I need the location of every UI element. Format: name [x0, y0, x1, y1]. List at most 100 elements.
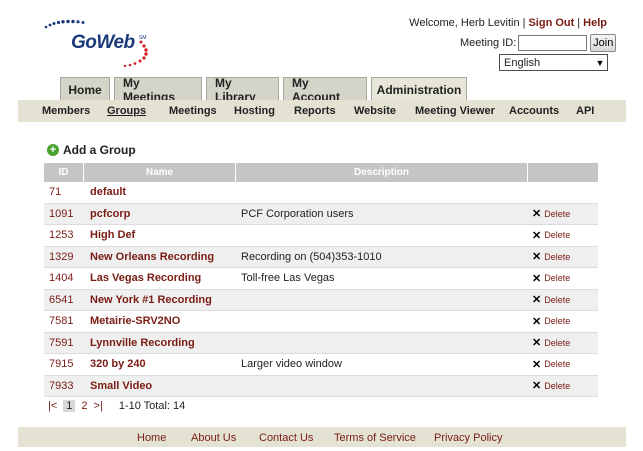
tab-home[interactable]: Home — [60, 77, 110, 101]
welcome-text: Welcome, Herb Levitin — [409, 17, 520, 29]
table-row: 7581 Metairie-SRV2NO ✕ Delete — [44, 311, 598, 333]
group-id-link[interactable]: 7933 — [44, 380, 84, 392]
group-name-link[interactable]: Lynnville Recording — [84, 337, 236, 349]
delete-link[interactable]: Delete — [544, 295, 570, 305]
subnav-meetings[interactable]: Meetings — [169, 105, 217, 117]
subnav-meeting-viewer[interactable]: Meeting Viewer — [415, 105, 495, 117]
tab-administration[interactable]: Administration — [371, 77, 467, 101]
footer-home-link[interactable]: Home — [137, 432, 166, 444]
group-id-link[interactable]: 1404 — [44, 272, 84, 284]
group-id-link[interactable]: 71 — [44, 186, 84, 198]
row-actions: ✕ Delete — [528, 358, 598, 371]
group-id-link[interactable]: 1329 — [44, 251, 84, 263]
first-page-link[interactable]: |< — [48, 400, 57, 412]
row-actions: ✕ Delete — [528, 336, 598, 349]
group-name-link[interactable]: New York #1 Recording — [84, 294, 236, 306]
plus-circle-icon: + — [47, 144, 59, 156]
group-id-link[interactable]: 7591 — [44, 337, 84, 349]
delete-link[interactable]: Delete — [544, 338, 570, 348]
delete-x-icon[interactable]: ✕ — [532, 293, 541, 306]
row-actions: ✕ Delete — [528, 379, 598, 392]
column-header-description[interactable]: Description — [236, 163, 528, 182]
subnav-groups[interactable]: Groups — [107, 105, 146, 117]
group-name-link[interactable]: 320 by 240 — [84, 358, 236, 370]
add-group-label: Add a Group — [63, 143, 136, 157]
subnav: Members Groups Meetings Hosting Reports … — [18, 100, 626, 122]
group-name-link[interactable]: Metairie-SRV2NO — [84, 315, 236, 327]
tab-my-account[interactable]: My Account — [283, 76, 367, 104]
row-actions: ✕ Delete — [528, 293, 598, 306]
sign-out-link[interactable]: Sign Out — [528, 17, 574, 29]
row-actions: ✕ Delete — [528, 207, 598, 220]
group-name-link[interactable]: Small Video — [84, 380, 236, 392]
join-button[interactable]: Join — [590, 34, 617, 52]
group-id-link[interactable]: 6541 — [44, 294, 84, 306]
delete-x-icon[interactable]: ✕ — [532, 315, 541, 328]
group-id-link[interactable]: 7915 — [44, 358, 84, 370]
delete-link[interactable]: Delete — [544, 316, 570, 326]
subnav-members[interactable]: Members — [42, 105, 90, 117]
help-link[interactable]: Help — [583, 17, 607, 29]
table-header: ID Name Description — [44, 163, 598, 182]
chevron-down-icon: ▼ — [595, 57, 605, 68]
subnav-website[interactable]: Website — [354, 105, 396, 117]
row-actions: ✕ Delete — [528, 315, 598, 328]
footer-contact-link[interactable]: Contact Us — [259, 432, 313, 444]
column-header-id[interactable]: ID — [44, 163, 84, 182]
main-tabs: Home My Meetings My Library My Account A… — [60, 76, 471, 104]
delete-link[interactable]: Delete — [544, 273, 570, 283]
group-name-link[interactable]: High Def — [84, 229, 236, 241]
delete-link[interactable]: Delete — [544, 209, 570, 219]
language-select[interactable]: English ▼ — [499, 54, 608, 71]
delete-link[interactable]: Delete — [544, 230, 570, 240]
delete-x-icon[interactable]: ✕ — [532, 250, 541, 263]
footer: Home About Us Contact Us Terms of Servic… — [18, 427, 626, 447]
subnav-reports[interactable]: Reports — [294, 105, 336, 117]
footer-terms-link[interactable]: Terms of Service — [334, 432, 416, 444]
delete-link[interactable]: Delete — [544, 359, 570, 369]
add-group-link[interactable]: + Add a Group — [47, 143, 136, 157]
delete-link[interactable]: Delete — [544, 252, 570, 262]
group-id-link[interactable]: 1091 — [44, 208, 84, 220]
last-page-link[interactable]: >| — [94, 400, 103, 412]
user-bar: Welcome, Herb Levitin | Sign Out | Help — [409, 17, 607, 29]
footer-privacy-link[interactable]: Privacy Policy — [434, 432, 502, 444]
group-name-link[interactable]: New Orleans Recording — [84, 251, 236, 263]
group-name-link[interactable]: Las Vegas Recording — [84, 272, 236, 284]
table-row: 1091 pcfcorp PCF Corporation users ✕ Delete — [44, 203, 598, 225]
meeting-id-form: Meeting ID: Join — [460, 34, 617, 52]
table-row: 7915 320 by 240 Larger video window ✕ Delete — [44, 354, 598, 376]
delete-x-icon[interactable]: ✕ — [532, 358, 541, 371]
group-name-link[interactable]: default — [84, 186, 236, 198]
group-name-link[interactable]: pcfcorp — [84, 208, 236, 220]
footer-about-link[interactable]: About Us — [191, 432, 236, 444]
page-1-link[interactable]: 1 — [63, 400, 76, 412]
table-row: 6541 New York #1 Recording ✕ Delete — [44, 289, 598, 311]
group-id-link[interactable]: 7581 — [44, 315, 84, 327]
meeting-id-input[interactable] — [518, 35, 588, 51]
delete-x-icon[interactable]: ✕ — [532, 207, 541, 220]
delete-x-icon[interactable]: ✕ — [532, 272, 541, 285]
subnav-accounts[interactable]: Accounts — [509, 105, 559, 117]
column-header-name[interactable]: Name — [84, 163, 236, 182]
subnav-api[interactable]: API — [576, 105, 594, 117]
group-id-link[interactable]: 1253 — [44, 229, 84, 241]
table-row: 1404 Las Vegas Recording Toll-free Las Veg… — [44, 268, 598, 290]
group-description: PCF Corporation users — [241, 207, 354, 220]
groups-table: ID Name Description 71 default 1091 pcfcorp… — [44, 163, 598, 397]
subnav-hosting[interactable]: Hosting — [234, 105, 275, 117]
meeting-id-label: Meeting ID: — [460, 37, 517, 49]
table-row: 1253 High Def ✕ Delete — [44, 225, 598, 247]
delete-link[interactable]: Delete — [544, 381, 570, 391]
goweb-logo[interactable]: GoWeb SM — [44, 18, 174, 68]
group-description: Recording on (504)353-1010 — [241, 250, 382, 263]
tab-my-library[interactable]: My Library — [206, 76, 279, 104]
tab-my-meetings[interactable]: My Meetings — [114, 76, 202, 104]
language-selected: English — [504, 56, 541, 69]
delete-x-icon[interactable]: ✕ — [532, 336, 541, 349]
table-body: 71 default 1091 pcfcorp PCF Corporation user… — [44, 182, 598, 397]
delete-x-icon[interactable]: ✕ — [532, 229, 541, 242]
delete-x-icon[interactable]: ✕ — [532, 379, 541, 392]
table-row: 7591 Lynnville Recording ✕ Delete — [44, 332, 598, 354]
page-2-link[interactable]: 2 — [81, 400, 87, 412]
